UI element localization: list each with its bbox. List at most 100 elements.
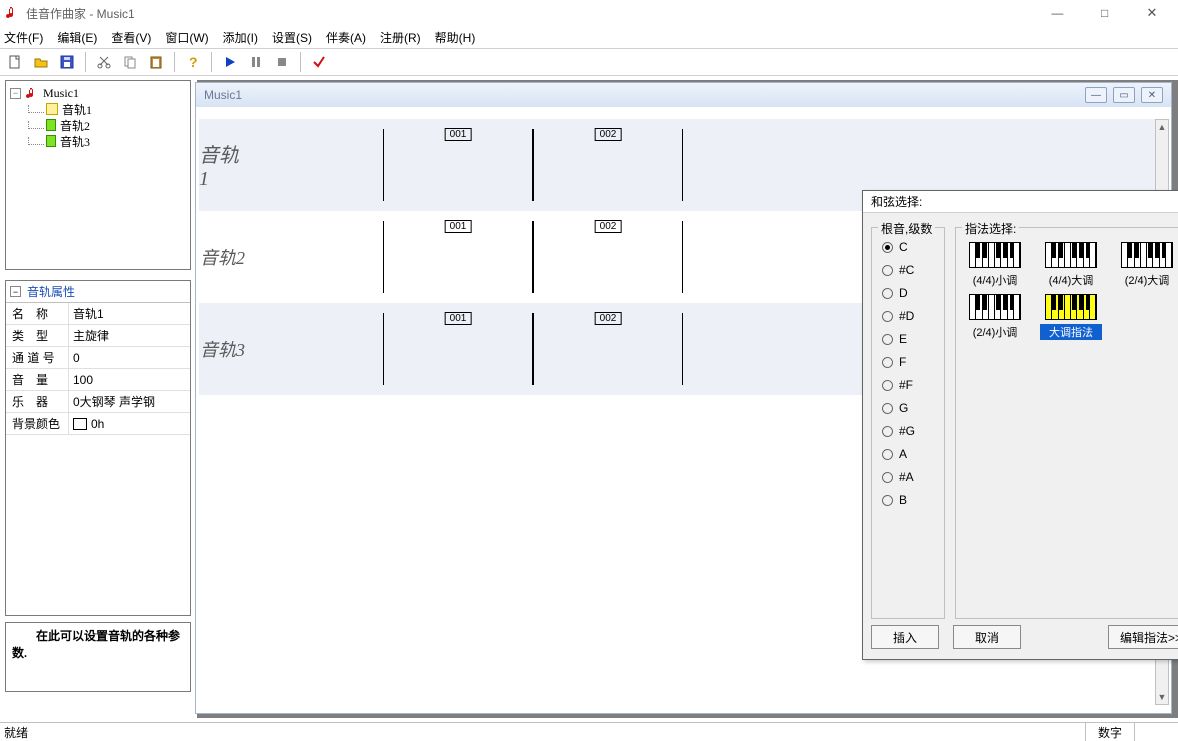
prop-value[interactable]: 主旋律 <box>68 325 190 346</box>
menu-add[interactable]: 添加(I) <box>223 29 258 46</box>
play-button[interactable] <box>219 51 241 73</box>
color-swatch <box>73 418 87 430</box>
tree-item[interactable]: 音轨3 <box>10 133 186 149</box>
radio-icon <box>882 472 893 483</box>
root-radio-E[interactable]: E <box>882 332 936 346</box>
track-icon <box>46 119 56 131</box>
edit-fingering-button[interactable]: 编辑指法>> <box>1108 625 1178 649</box>
radio-label: #C <box>899 263 914 277</box>
measure[interactable]: 001 <box>383 313 533 385</box>
paste-button[interactable] <box>145 51 167 73</box>
measure-number: 002 <box>595 220 622 233</box>
prop-value[interactable]: 0 <box>68 347 190 368</box>
hint-panel: 在此可以设置音轨的各种参数. <box>5 622 191 692</box>
radio-icon <box>882 311 893 322</box>
menu-file[interactable]: 文件(F) <box>4 29 43 46</box>
toolbar: ? <box>0 48 1178 76</box>
properties-panel: − 音轨属性 名 称音轨1 类 型主旋律 通 道 号0 音 量100 乐 器0大… <box>5 280 191 616</box>
radio-icon <box>882 449 893 460</box>
open-button[interactable] <box>30 51 52 73</box>
menu-edit[interactable]: 编辑(E) <box>57 29 97 46</box>
measure[interactable]: 001 <box>383 221 533 293</box>
help-button[interactable]: ? <box>182 51 204 73</box>
child-maximize-button[interactable]: ▭ <box>1113 87 1135 103</box>
mdi-area: Music1 — ▭ ✕ 音轨1 001 002 音轨2 001 002 音轨3 001 002… <box>197 80 1178 718</box>
fingering-legend: 指法选择: <box>962 220 1019 237</box>
radio-icon <box>882 357 893 368</box>
root-radio-sharpC[interactable]: #C <box>882 263 936 277</box>
maximize-button[interactable]: □ <box>1083 1 1127 25</box>
measure-number: 001 <box>445 312 472 325</box>
measure[interactable]: 002 <box>533 129 683 201</box>
child-minimize-button[interactable]: — <box>1085 87 1107 103</box>
measure-number: 001 <box>445 220 472 233</box>
prop-value[interactable]: 0h <box>68 413 190 434</box>
fingering-item[interactable]: (2/4)大调 <box>1116 242 1178 288</box>
collapse-icon[interactable]: − <box>10 286 21 297</box>
status-ready: 就绪 <box>4 724 28 741</box>
menu-view[interactable]: 查看(V) <box>111 29 151 46</box>
radio-label: F <box>899 355 906 369</box>
root-radio-sharpA[interactable]: #A <box>882 470 936 484</box>
menubar: 文件(F) 编辑(E) 查看(V) 窗口(W) 添加(I) 设置(S) 伴奏(A… <box>0 26 1178 48</box>
radio-label: E <box>899 332 907 346</box>
music-icon <box>25 86 39 100</box>
menu-setup[interactable]: 设置(S) <box>272 29 312 46</box>
prop-value[interactable]: 0大钢琴 声学钢 <box>68 391 190 412</box>
collapse-icon[interactable]: − <box>10 88 21 99</box>
insert-button[interactable]: 插入 <box>871 625 939 649</box>
tree-item[interactable]: 音轨2 <box>10 117 186 133</box>
menu-help[interactable]: 帮助(H) <box>435 29 476 46</box>
fingering-item[interactable]: (2/4)小调 <box>964 294 1026 340</box>
root-radio-G[interactable]: G <box>882 401 936 415</box>
menu-accomp[interactable]: 伴奏(A) <box>326 29 366 46</box>
minimize-button[interactable]: — <box>1035 1 1079 25</box>
menu-register[interactable]: 注册(R) <box>380 29 421 46</box>
radio-icon <box>882 380 893 391</box>
stop-button[interactable] <box>271 51 293 73</box>
new-button[interactable] <box>4 51 26 73</box>
copy-button[interactable] <box>119 51 141 73</box>
root-radio-sharpD[interactable]: #D <box>882 309 936 323</box>
root-radio-sharpG[interactable]: #G <box>882 424 936 438</box>
prop-value[interactable]: 100 <box>68 369 190 390</box>
cut-button[interactable] <box>93 51 115 73</box>
radio-label: #A <box>899 470 914 484</box>
radio-label: #G <box>899 424 915 438</box>
close-button[interactable]: ✕ <box>1130 1 1174 25</box>
prop-value[interactable]: 音轨1 <box>68 303 190 324</box>
tree-item-label: 音轨3 <box>60 133 90 150</box>
measure[interactable]: 001 <box>383 129 533 201</box>
track-label: 音轨3 <box>199 303 253 395</box>
child-title: Music1 <box>204 88 242 102</box>
window-buttons: — □ ✕ <box>1035 1 1174 25</box>
tree-root[interactable]: − Music1 <box>10 85 186 101</box>
track-label: 音轨2 <box>199 211 253 303</box>
root-radio-A[interactable]: A <box>882 447 936 461</box>
fingering-label: (4/4)大调 <box>1040 272 1102 288</box>
radio-icon <box>882 334 893 345</box>
measure-number: 001 <box>445 128 472 141</box>
radio-label: C <box>899 240 908 254</box>
fingering-item[interactable]: 大调指法 <box>1040 294 1102 340</box>
root-radio-D[interactable]: D <box>882 286 936 300</box>
tree-item[interactable]: 音轨1 <box>10 101 186 117</box>
root-radio-C[interactable]: C <box>882 240 936 254</box>
root-radio-B[interactable]: B <box>882 493 936 507</box>
save-button[interactable] <box>56 51 78 73</box>
fingering-item[interactable]: (4/4)小调 <box>964 242 1026 288</box>
cancel-button[interactable]: 取消 <box>953 625 1021 649</box>
track-label: 音轨1 <box>199 119 253 211</box>
fingering-label: (4/4)小调 <box>964 272 1026 288</box>
check-button[interactable] <box>308 51 330 73</box>
root-radio-sharpF[interactable]: #F <box>882 378 936 392</box>
fingering-item[interactable]: (4/4)大调 <box>1040 242 1102 288</box>
root-radio-F[interactable]: F <box>882 355 936 369</box>
child-close-button[interactable]: ✕ <box>1141 87 1163 103</box>
measure-number: 002 <box>595 312 622 325</box>
pause-button[interactable] <box>245 51 267 73</box>
measure[interactable]: 002 <box>533 313 683 385</box>
measure[interactable]: 002 <box>533 221 683 293</box>
svg-text:?: ? <box>189 54 198 70</box>
menu-window[interactable]: 窗口(W) <box>165 29 208 46</box>
